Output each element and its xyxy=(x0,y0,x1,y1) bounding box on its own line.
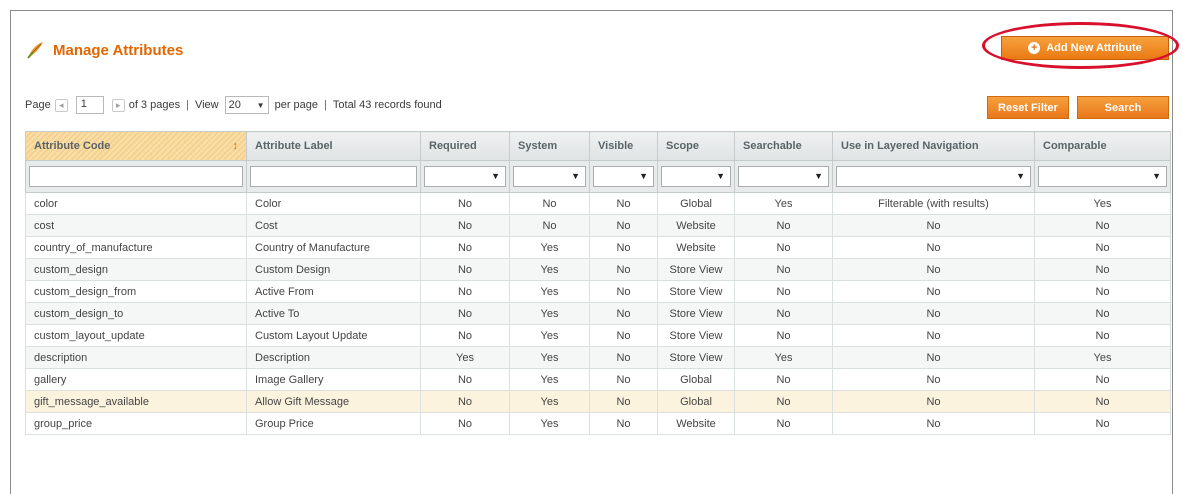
chevron-down-icon: ▼ xyxy=(491,171,500,181)
filter-attribute-label-input[interactable] xyxy=(250,166,417,187)
column-header-scope[interactable]: Scope xyxy=(657,131,735,161)
table-row-highlighted[interactable]: gift_message_available Allow Gift Message… xyxy=(25,390,1171,413)
column-header-attribute-label[interactable]: Attribute Label xyxy=(246,131,421,161)
per-page-select[interactable]: 20 ▼ xyxy=(224,96,269,114)
column-header-system[interactable]: System xyxy=(509,131,590,161)
filter-required-select[interactable]: ▼ xyxy=(424,166,506,187)
chevron-down-icon: ▼ xyxy=(639,171,648,181)
table-row[interactable]: custom_design_from Active From No Yes No Stor… xyxy=(25,280,1171,303)
highlight-circle xyxy=(982,22,1179,69)
column-header-attribute-code[interactable]: Attribute Code ↕ xyxy=(25,131,247,161)
header-row: Attribute Code ↕ Attribute Label Required… xyxy=(25,131,1171,161)
chevron-down-icon: ▼ xyxy=(256,100,265,110)
attributes-grid: Attribute Code ↕ Attribute Label Required… xyxy=(25,131,1171,435)
filter-layered-navigation-select[interactable]: ▼ xyxy=(836,166,1031,187)
table-row[interactable]: gallery Image Gallery No Yes No Global No No No xyxy=(25,368,1171,391)
table-row[interactable]: custom_layout_update Custom Layout Update… xyxy=(25,324,1171,347)
chevron-down-icon: ▼ xyxy=(1152,171,1161,181)
page-label: Page xyxy=(25,99,51,111)
chevron-down-icon: ▼ xyxy=(571,171,580,181)
chevron-down-icon: ▼ xyxy=(1016,171,1025,181)
column-header-layered-navigation[interactable]: Use in Layered Navigation xyxy=(832,131,1035,161)
table-row[interactable]: cost Cost No No No Website No No No xyxy=(25,214,1171,237)
filter-attribute-code-input[interactable] xyxy=(29,166,243,187)
filter-system-select[interactable]: ▼ xyxy=(513,166,586,187)
filter-comparable-select[interactable]: ▼ xyxy=(1038,166,1167,187)
table-row[interactable]: group_price Group Price No Yes No Website No No… xyxy=(25,412,1171,435)
view-label: View xyxy=(194,99,219,111)
total-records: Total 43 records found xyxy=(332,99,442,111)
column-header-searchable[interactable]: Searchable xyxy=(734,131,833,161)
feather-icon xyxy=(27,42,43,59)
separator: | xyxy=(186,99,189,111)
per-page-value: 20 xyxy=(228,99,241,111)
search-button[interactable]: Search xyxy=(1077,96,1169,119)
per-page-label: per page xyxy=(274,99,319,111)
next-page-icon[interactable]: ▸ xyxy=(111,98,125,112)
sort-icon: ↕ xyxy=(232,140,239,152)
separator: | xyxy=(324,99,327,111)
prev-page-icon[interactable]: ◂ xyxy=(54,98,68,112)
column-header-required[interactable]: Required xyxy=(420,131,510,161)
pager: Page ◂ 1 ▸ of 3 pages | View 20 ▼ per pa… xyxy=(25,96,442,114)
column-header-visible[interactable]: Visible xyxy=(589,131,658,161)
table-row[interactable]: description Description Yes Yes No Store View… xyxy=(25,346,1171,369)
chevron-down-icon: ▼ xyxy=(716,171,725,181)
filter-visible-select[interactable]: ▼ xyxy=(593,166,654,187)
page-header: Manage Attributes xyxy=(25,38,183,62)
column-header-comparable[interactable]: Comparable xyxy=(1034,131,1171,161)
table-row[interactable]: country_of_manufacture Country of Manufac… xyxy=(25,236,1171,259)
filter-searchable-select[interactable]: ▼ xyxy=(738,166,829,187)
table-row[interactable]: custom_design_to Active To No Yes No Store Vi… xyxy=(25,302,1171,325)
table-row[interactable]: color Color No No No Global Yes Filterable (wit… xyxy=(25,192,1171,215)
reset-filter-button[interactable]: Reset Filter xyxy=(987,96,1069,119)
of-pages-text: of 3 pages xyxy=(128,99,181,111)
page-title: Manage Attributes xyxy=(53,41,184,59)
table-row[interactable]: custom_design Custom Design No Yes No Store V… xyxy=(25,258,1171,281)
filter-scope-select[interactable]: ▼ xyxy=(661,166,731,187)
chevron-down-icon: ▼ xyxy=(814,171,823,181)
page-number-input[interactable]: 1 xyxy=(75,96,104,114)
filter-row: ▼ ▼ ▼ ▼ ▼ ▼ ▼ xyxy=(25,160,1171,193)
